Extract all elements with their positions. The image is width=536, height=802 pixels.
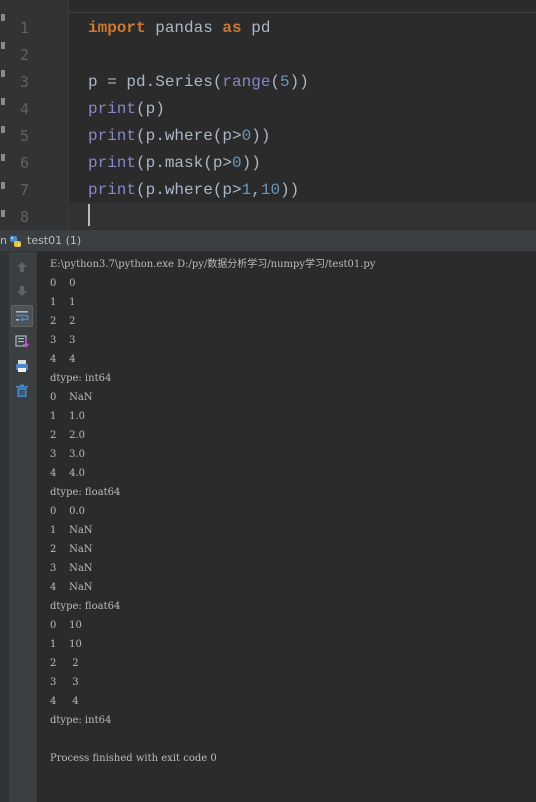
console-line: 4 4	[50, 354, 76, 365]
code-text: (p.mask(p>	[136, 154, 233, 172]
python-icon	[10, 236, 21, 247]
builtin-print: print	[88, 154, 137, 172]
console-line: 3 3	[50, 335, 76, 346]
gutter-divider	[68, 0, 69, 229]
strip-marker	[1, 154, 5, 161]
code-line-4[interactable]: print(p)	[88, 96, 528, 123]
console-line: Process finished with exit code 0	[50, 753, 217, 764]
console-line: dtype: float64	[50, 601, 121, 612]
strip-marker	[1, 182, 5, 189]
line-number: 4	[20, 100, 30, 118]
console-line: 2 NaN	[50, 544, 93, 555]
line-number-gutter: 1 2 3 4 5 6 7 8	[6, 0, 68, 229]
console-lines: E:\python3.7\python.exe D:/py/数据分析学习/num…	[50, 255, 375, 768]
console-line: 4 4	[50, 696, 79, 707]
alias-name: pd	[241, 19, 271, 37]
strip-marker	[1, 210, 5, 217]
console-line: 0 10	[50, 620, 82, 631]
code-text: (p.where(p>	[136, 127, 242, 145]
code-line-5[interactable]: print(p.where(p>0))	[88, 123, 528, 150]
line-number: 5	[20, 127, 30, 145]
console-output[interactable]: E:\python3.7\python.exe D:/py/数据分析学习/num…	[38, 252, 536, 802]
console-line: 3 3	[50, 677, 79, 688]
console-line: dtype: int64	[50, 715, 112, 726]
editor-top-border	[0, 12, 536, 13]
code-line-3[interactable]: p = pd.Series(range(5))	[88, 69, 528, 96]
console-line: 1 10	[50, 639, 82, 650]
text-caret	[88, 204, 90, 226]
console-line: dtype: float64	[50, 487, 121, 498]
console-line: 3 3.0	[50, 449, 85, 460]
console-line: 0 0	[50, 278, 76, 289]
code-text: ,	[251, 181, 261, 199]
code-text: p = pd.Series(	[88, 73, 223, 91]
console-line: 4 4.0	[50, 468, 85, 479]
number-literal: 5	[280, 73, 290, 91]
console-line: 1 1.0	[50, 411, 85, 422]
console-line: 2 2.0	[50, 430, 85, 441]
number-literal: 10	[260, 181, 281, 199]
line-number: 7	[20, 181, 30, 199]
code-line-8[interactable]	[88, 204, 528, 229]
strip-marker	[1, 70, 5, 77]
number-literal: 1	[241, 181, 252, 199]
code-text: (p)	[136, 100, 165, 118]
trash-icon[interactable]	[11, 380, 33, 402]
builtin-print: print	[88, 181, 137, 199]
console-line: dtype: int64	[50, 373, 112, 384]
builtin-range: range	[222, 73, 271, 91]
builtin-print: print	[88, 100, 137, 118]
toolbar-edge	[0, 252, 9, 802]
line-number: 1	[20, 19, 30, 37]
line-number: 8	[20, 208, 30, 226]
builtin-print: print	[88, 127, 137, 145]
console-line: 1 1	[50, 297, 76, 308]
module-name: pandas	[145, 19, 223, 37]
line-number: 6	[20, 154, 30, 172]
down-arrow-icon[interactable]	[11, 280, 33, 302]
console-line: 1 NaN	[50, 525, 93, 536]
strip-marker	[1, 14, 5, 21]
code-text: ))	[241, 154, 261, 172]
code-line-2[interactable]	[88, 42, 528, 69]
keyword-import: import	[88, 19, 146, 37]
strip-marker	[1, 126, 5, 133]
console-line: 2 2	[50, 658, 79, 669]
code-area[interactable]: import pandas as pd p = pd.Series(range(…	[88, 15, 528, 229]
up-arrow-icon[interactable]	[11, 256, 33, 278]
code-text: (p.where(p>	[136, 181, 242, 199]
scroll-to-end-icon[interactable]	[11, 330, 33, 352]
console-line: 4 NaN	[50, 582, 93, 593]
code-text: ))	[251, 127, 271, 145]
code-text: ))	[289, 73, 309, 91]
number-literal: 0	[241, 127, 252, 145]
console-line: 3 NaN	[50, 563, 93, 574]
code-text: ))	[280, 181, 300, 199]
run-tab-bar: n test01 (1)	[0, 229, 536, 252]
run-label-fragment: n	[0, 234, 7, 247]
strip-marker	[1, 42, 5, 49]
strip-marker	[1, 98, 5, 105]
soft-wrap-icon[interactable]	[11, 305, 33, 327]
run-tab-test01[interactable]: test01 (1)	[27, 234, 81, 247]
console-line: 0 0.0	[50, 506, 85, 517]
line-number: 3	[20, 73, 30, 91]
line-number: 2	[20, 46, 30, 64]
print-icon[interactable]	[11, 355, 33, 377]
code-editor[interactable]: 1 2 3 4 5 6 7 8 import pandas as pd p = …	[0, 0, 536, 229]
code-line-1[interactable]: import pandas as pd	[88, 15, 528, 42]
console-command-line: E:\python3.7\python.exe D:/py/数据分析学习/num…	[50, 259, 376, 270]
keyword-as: as	[222, 19, 242, 37]
code-line-6[interactable]: print(p.mask(p>0))	[88, 150, 528, 177]
number-literal: 0	[232, 154, 242, 172]
console-line: 0 NaN	[50, 392, 93, 403]
console-line: 2 2	[50, 316, 76, 327]
code-line-7[interactable]: print(p.where(p>1,10))	[88, 177, 528, 204]
code-text: (	[270, 73, 281, 91]
